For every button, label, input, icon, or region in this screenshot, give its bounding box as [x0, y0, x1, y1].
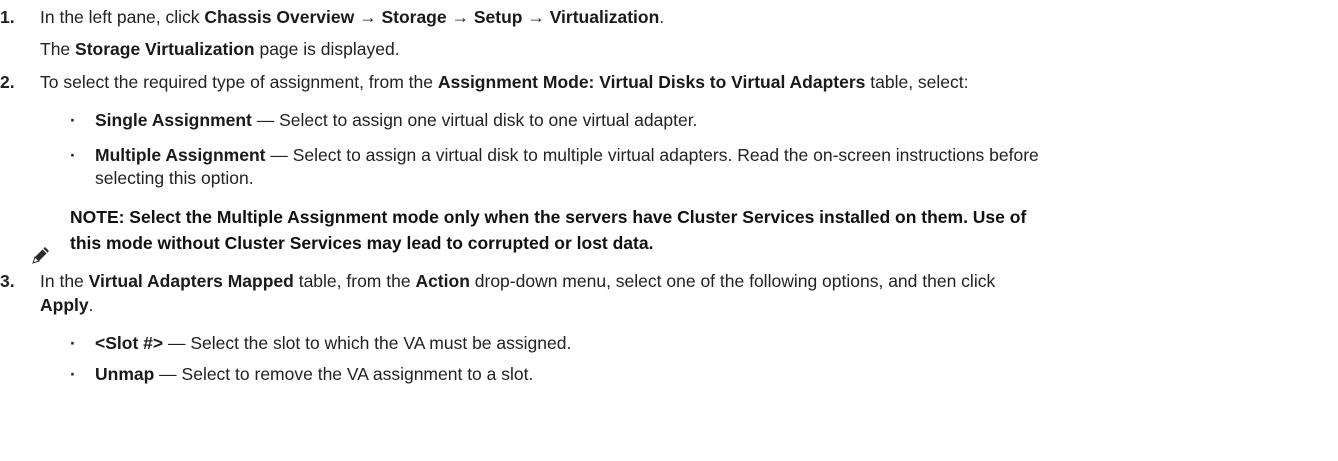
option-label: <Slot #> — [95, 333, 164, 353]
ui-assignment-mode-table: Assignment Mode: Virtual Disks to Virtua… — [437, 72, 866, 92]
step-number: 1. — [0, 7, 15, 27]
option-label: Unmap — [95, 364, 155, 384]
ui-setup: Setup — [473, 7, 523, 27]
bullet: · — [70, 145, 76, 165]
ui-storage: Storage — [381, 7, 447, 27]
ui-virtual-adapters-mapped: Virtual Adapters Mapped — [88, 271, 294, 291]
procedure-document: 1. In the left pane, click Chassis Overv… — [0, 0, 1338, 461]
step-2-text: To select the required type of assignmen… — [40, 72, 969, 92]
option-label: Multiple Assignment — [95, 145, 266, 165]
bullet: · — [70, 110, 76, 130]
option-description: — Select to assign one virtual disk to o… — [251, 110, 698, 130]
option-description-continued: selecting this option. — [95, 168, 254, 188]
option-description: — Select to assign a virtual disk to mul… — [265, 145, 1039, 165]
option-description: — Select the slot to which the VA must b… — [163, 333, 572, 353]
ui-virtualization: Virtualization — [549, 7, 660, 27]
option-label: Single Assignment — [95, 110, 252, 130]
step-number: 2. — [0, 72, 15, 92]
note-line-1: NOTE: Select the Multiple Assignment mod… — [70, 207, 1027, 227]
ui-apply: Apply — [40, 295, 89, 315]
option-description: — Select to remove the VA assignment to … — [154, 364, 534, 384]
step-1-result: The Storage Virtualization page is displ… — [40, 39, 400, 59]
bullet: · — [70, 333, 76, 353]
step-number: 3. — [0, 271, 15, 291]
note-line-2: this mode without Cluster Services may l… — [70, 233, 654, 253]
ui-chassis-overview: Chassis Overview — [204, 7, 355, 27]
step-3-continued: Apply. — [40, 295, 94, 315]
ui-storage-virtualization: Storage Virtualization — [75, 39, 255, 59]
bullet: · — [70, 364, 76, 384]
pencil-note-icon — [32, 247, 49, 264]
ui-action-dropdown: Action — [415, 271, 470, 291]
step-3-text: In the Virtual Adapters Mapped table, fr… — [40, 271, 996, 291]
step-1-text: In the left pane, click Chassis Overview… — [40, 7, 665, 27]
